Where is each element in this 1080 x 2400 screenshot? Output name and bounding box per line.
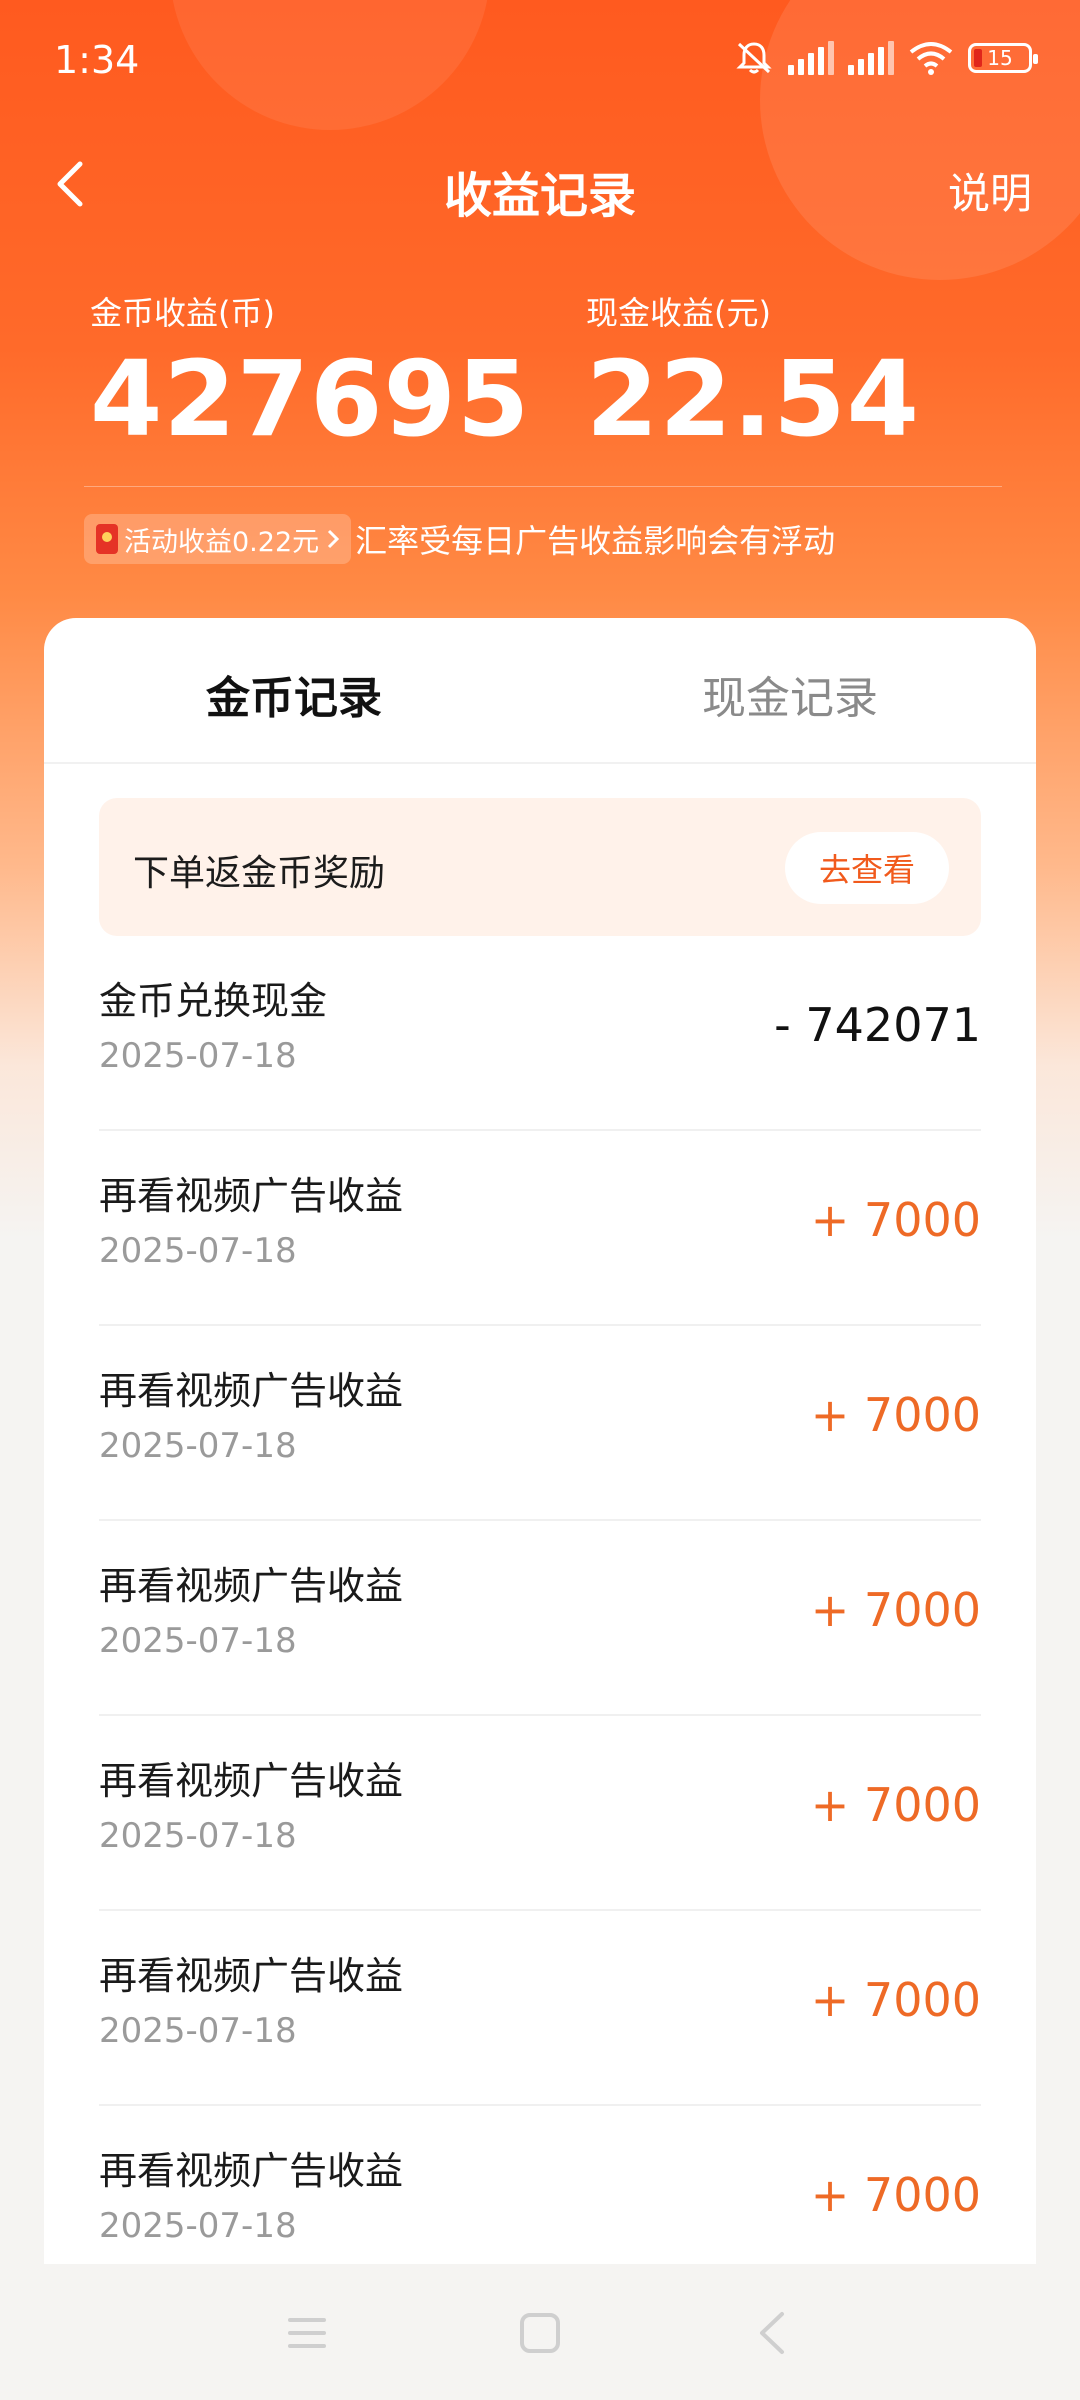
- tab-cash-records[interactable]: 现金记录: [702, 662, 878, 726]
- record-amount: + 7000: [810, 1583, 981, 1637]
- coin-summary: 金币收益(币) 427695: [90, 288, 530, 460]
- wifi-icon: [909, 42, 953, 75]
- promo-banner: 下单返金币奖励 去查看: [99, 798, 981, 936]
- battery-icon: 15: [968, 43, 1038, 73]
- record-title: 再看视频广告收益: [99, 2149, 404, 2193]
- record-amount: + 7000: [810, 1973, 981, 2027]
- record-amount: + 7000: [810, 1778, 981, 1832]
- battery-level: 15: [987, 46, 1013, 70]
- coin-label: 金币收益(币): [90, 294, 275, 332]
- tab-bar: 金币记录 现金记录: [44, 618, 1036, 764]
- record-date: 2025-07-18: [99, 1231, 297, 1271]
- record-date: 2025-07-18: [99, 1816, 297, 1856]
- records-list: 金币兑换现金 2025-07-18 - 742071 再看视频广告收益 2025…: [99, 936, 981, 2264]
- exchange-notice: 活动收益0.22元 汇率受每日广告收益影响会有浮动: [84, 514, 835, 564]
- record-date: 2025-07-18: [99, 1621, 297, 1661]
- status-bar: 1:34 15: [0, 0, 1080, 126]
- record-title: 金币兑换现金: [99, 979, 328, 1023]
- record-date: 2025-07-18: [99, 2011, 297, 2051]
- status-icons: 15: [734, 40, 1038, 76]
- promo-text: 下单返金币奖励: [133, 853, 386, 894]
- record-title: 再看视频广告收益: [99, 1954, 404, 1998]
- list-item: 再看视频广告收益 2025-07-18 + 7000: [99, 1716, 981, 1911]
- view-button[interactable]: 去查看: [785, 832, 949, 904]
- tab-coin-records[interactable]: 金币记录: [206, 662, 382, 726]
- record-amount: + 7000: [810, 1193, 981, 1247]
- divider: [84, 486, 1002, 487]
- cash-value: 22.54: [586, 338, 920, 460]
- exchange-rate-notice: 汇率受每日广告收益影响会有浮动: [355, 522, 836, 560]
- signal-icon: [848, 41, 894, 75]
- home-icon[interactable]: [515, 2308, 565, 2358]
- coin-value: 427695: [90, 338, 531, 460]
- activity-earnings-pill[interactable]: 活动收益0.22元: [84, 514, 352, 564]
- record-amount: - 742071: [774, 998, 981, 1052]
- back-nav-icon[interactable]: [748, 2308, 798, 2358]
- cash-label: 现金收益(元): [586, 294, 771, 332]
- activity-earnings-text: 活动收益0.22元: [124, 526, 320, 558]
- list-item: 再看视频广告收益 2025-07-18 + 7000: [99, 1326, 981, 1521]
- cash-summary: 现金收益(元) 22.54: [586, 288, 920, 460]
- list-item: 再看视频广告收益 2025-07-18 + 7000: [99, 1521, 981, 1716]
- help-button[interactable]: 说明: [948, 160, 1032, 221]
- list-item: 再看视频广告收益 2025-07-18 + 7000: [99, 1911, 981, 2106]
- list-item: 再看视频广告收益 2025-07-18 + 7000: [99, 2106, 981, 2264]
- page-title: 收益记录: [443, 168, 636, 224]
- list-item: 再看视频广告收益 2025-07-18 + 7000: [99, 1131, 981, 1326]
- record-amount: + 7000: [810, 1388, 981, 1442]
- record-title: 再看视频广告收益: [99, 1369, 404, 1413]
- record-date: 2025-07-18: [99, 1036, 297, 1076]
- red-envelope-icon: [96, 524, 118, 554]
- record-title: 再看视频广告收益: [99, 1174, 404, 1218]
- record-date: 2025-07-18: [99, 2206, 297, 2246]
- list-item: 金币兑换现金 2025-07-18 - 742071: [99, 936, 981, 1131]
- record-title: 再看视频广告收益: [99, 1564, 404, 1608]
- chevron-right-icon: [328, 529, 340, 549]
- record-amount: + 7000: [810, 2168, 981, 2222]
- menu-icon[interactable]: [282, 2308, 332, 2358]
- record-title: 再看视频广告收益: [99, 1759, 404, 1803]
- mute-bell-icon: [736, 42, 772, 74]
- signal-icon: [788, 41, 834, 75]
- records-card: 金币记录 现金记录 下单返金币奖励 去查看 金币兑换现金 2025-07-18 …: [44, 618, 1036, 2264]
- status-time: 1:34: [54, 38, 140, 82]
- system-nav-bar: [0, 2264, 1080, 2400]
- record-date: 2025-07-18: [99, 1426, 297, 1466]
- top-nav: 收益记录 说明: [0, 130, 1080, 240]
